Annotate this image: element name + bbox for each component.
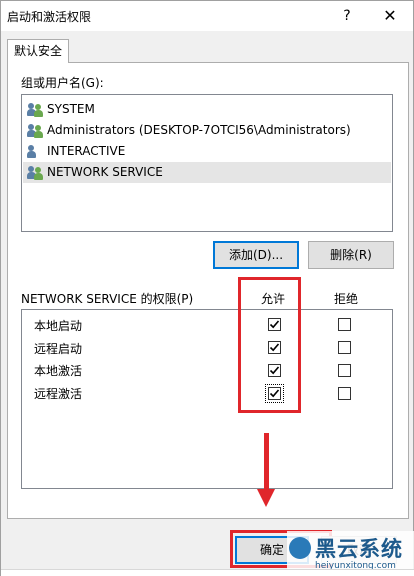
arrow-down-icon: [257, 489, 275, 507]
arrow-shaft: [264, 433, 269, 491]
tab-default-security[interactable]: 默认安全: [7, 39, 70, 63]
user-name: Administrators (DESKTOP-7OTCI56\Administ…: [47, 123, 351, 137]
user-name: SYSTEM: [47, 102, 95, 116]
dialog-window: 启动和激活权限 ? ✕ 默认安全 组或用户名(G): SYSTEM Admini…: [0, 0, 414, 576]
deny-header: 拒绝: [334, 292, 359, 306]
bottom-strip: [1, 569, 414, 576]
users-group-icon: [27, 123, 45, 138]
list-item-system[interactable]: SYSTEM: [23, 99, 391, 120]
permission-name-local-activation: 本地激活: [34, 364, 83, 378]
list-item-administrators[interactable]: Administrators (DESKTOP-7OTCI56\Administ…: [23, 120, 391, 141]
highlight-box-allow-column: [238, 277, 301, 413]
user-icon: [27, 144, 45, 159]
users-list[interactable]: SYSTEM Administrators (DESKTOP-7OTCI56\A…: [21, 94, 393, 232]
list-item-network-service[interactable]: NETWORK SERVICE: [23, 162, 391, 183]
permissions-label: NETWORK SERVICE 的权限(P): [21, 292, 194, 306]
user-name: NETWORK SERVICE: [47, 165, 163, 179]
users-group-icon: [27, 102, 45, 117]
permission-name-remote-activation: 远程激活: [34, 387, 83, 401]
remove-button[interactable]: 删除(R): [308, 241, 394, 269]
deny-checkbox[interactable]: [338, 341, 351, 354]
permission-name-local-launch: 本地启动: [34, 319, 83, 333]
watermark-brand: 黑云系统: [315, 537, 403, 561]
users-group-icon: [27, 165, 45, 180]
help-button[interactable]: ?: [333, 3, 361, 29]
deny-checkbox[interactable]: [338, 318, 351, 331]
deny-checkbox[interactable]: [338, 387, 351, 400]
window-title: 启动和激活权限: [7, 10, 92, 24]
permissions-list: 本地启动 远程启动 本地激活 远程激活: [21, 309, 393, 489]
add-button[interactable]: 添加(D)...: [213, 241, 299, 269]
permission-name-remote-launch: 远程启动: [34, 342, 83, 356]
groups-label: 组或用户名(G):: [21, 76, 104, 90]
watermark-logo-icon: [289, 537, 311, 559]
user-name: INTERACTIVE: [47, 144, 126, 158]
title-bar: 启动和激活权限 ? ✕: [1, 1, 413, 31]
close-button[interactable]: ✕: [375, 3, 405, 29]
deny-checkbox[interactable]: [338, 364, 351, 377]
list-item-interactive[interactable]: INTERACTIVE: [23, 141, 391, 162]
